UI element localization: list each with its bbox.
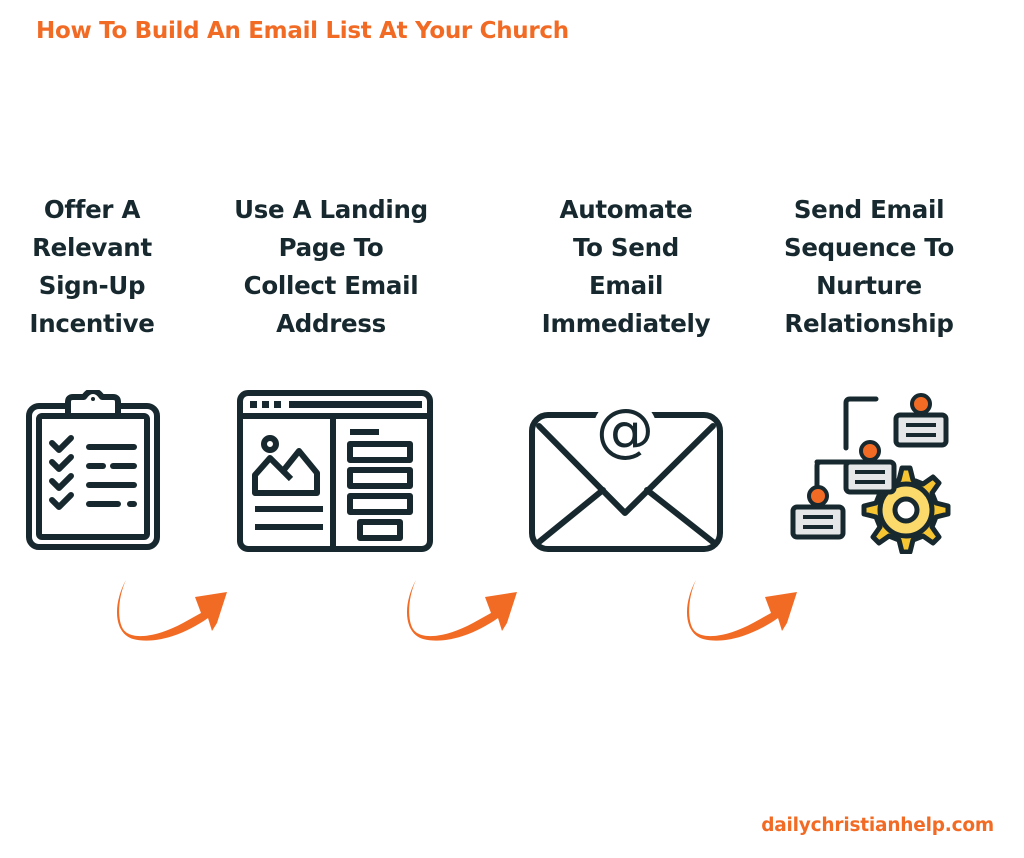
email-envelope-icon: @ xyxy=(529,396,723,552)
at-sign-glyph: @ xyxy=(596,396,654,464)
arrow-icon-1 xyxy=(116,580,227,641)
page-title: How To Build An Email List At Your Churc… xyxy=(36,18,569,44)
step-3-line-4: Immediately xyxy=(541,309,711,338)
step-1-line-2: Relevant xyxy=(32,233,152,262)
arrow-icon-2 xyxy=(406,580,517,641)
arrow-icon-3 xyxy=(686,580,797,641)
step-4-line-4: Relationship xyxy=(784,309,954,338)
step-4-label: Send Email Sequence To Nurture Relations… xyxy=(754,191,984,343)
step-1-line-3: Sign-Up xyxy=(38,271,146,300)
step-2-line-4: Address xyxy=(276,309,386,338)
step-2-line-3: Collect Email xyxy=(243,271,419,300)
website-footer: dailychristianhelp.com xyxy=(761,815,994,836)
step-3-label: Automate To Send Email Immediately xyxy=(511,191,741,343)
workflow-gear-icon xyxy=(790,393,951,554)
step-3-line-2: To Send xyxy=(573,233,679,262)
clipboard-checklist-icon xyxy=(26,390,160,550)
step-1-line-4: Incentive xyxy=(29,309,155,338)
step-4-line-1: Send Email xyxy=(793,195,945,224)
step-2-label: Use A Landing Page To Collect Email Addr… xyxy=(216,191,446,343)
step-2-line-2: Page To xyxy=(278,233,384,262)
step-1-line-1: Offer A xyxy=(43,195,141,224)
landing-page-icon xyxy=(237,390,433,552)
step-4-line-3: Nurture xyxy=(816,271,922,300)
step-3-line-3: Email xyxy=(588,271,664,300)
step-1-label: Offer A Relevant Sign-Up Incentive xyxy=(0,191,207,343)
step-2-line-1: Use A Landing xyxy=(234,195,428,224)
step-3-line-1: Automate xyxy=(559,195,693,224)
step-4-line-2: Sequence To xyxy=(784,233,954,262)
